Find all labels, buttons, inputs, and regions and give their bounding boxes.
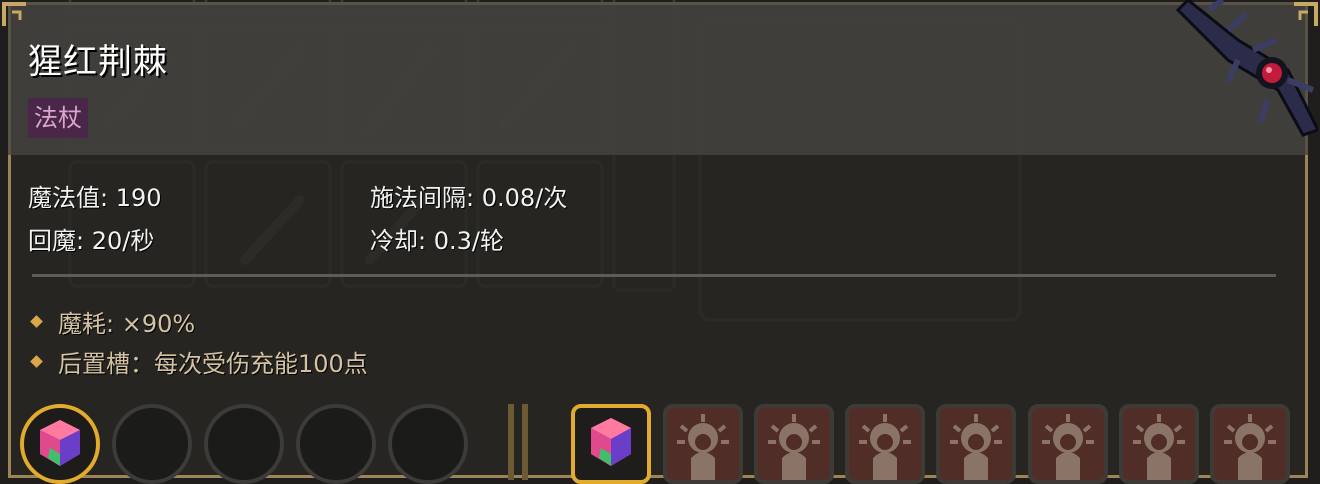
effect-mana-cost: 魔耗: ×90% — [58, 310, 196, 338]
square-slot-8[interactable] — [1210, 404, 1290, 484]
square-slot-3[interactable] — [754, 404, 834, 484]
square-slot-5[interactable] — [936, 404, 1016, 484]
stat-mana: 魔法值: 190 — [28, 184, 162, 212]
stat-mana-regen: 回魔: 20/秒 — [28, 227, 155, 255]
locked-sun-figure-icon — [859, 414, 911, 480]
locked-sun-figure-icon — [768, 414, 820, 480]
square-slot-6[interactable] — [1028, 404, 1108, 484]
item-name: 猩红荆棘 — [28, 42, 168, 82]
stat-cast-interval: 施法间隔: 0.08/次 — [370, 184, 568, 212]
locked-sun-figure-icon — [677, 414, 729, 480]
square-slot-2[interactable] — [663, 404, 743, 484]
round-slot-3[interactable] — [204, 404, 284, 484]
round-slot-5[interactable] — [388, 404, 468, 484]
gem-icon — [40, 420, 80, 466]
stats-divider — [32, 274, 1276, 277]
tooltip-header — [8, 2, 1308, 155]
square-slot-1[interactable] — [571, 404, 651, 484]
locked-sun-figure-icon — [950, 414, 1002, 480]
locked-sun-figure-icon — [1042, 414, 1094, 480]
item-type-tag: 法杖 — [28, 98, 88, 138]
frame-corner-top-left — [2, 2, 26, 26]
round-slot-2[interactable] — [112, 404, 192, 484]
square-slot-4[interactable] — [845, 404, 925, 484]
effect-rear-slot: 后置槽：每次受伤充能100点 — [58, 350, 368, 378]
round-slot-4[interactable] — [296, 404, 376, 484]
gem-icon — [591, 418, 631, 466]
locked-sun-figure-icon — [1224, 414, 1276, 480]
slot-separator — [508, 404, 514, 480]
slot-separator — [522, 404, 528, 480]
square-slot-7[interactable] — [1119, 404, 1199, 484]
locked-sun-figure-icon — [1133, 414, 1185, 480]
stat-cooldown: 冷却: 0.3/轮 — [370, 227, 504, 255]
crimson-thorn-staff-icon — [1175, 0, 1318, 137]
round-slot-1[interactable] — [20, 404, 100, 484]
